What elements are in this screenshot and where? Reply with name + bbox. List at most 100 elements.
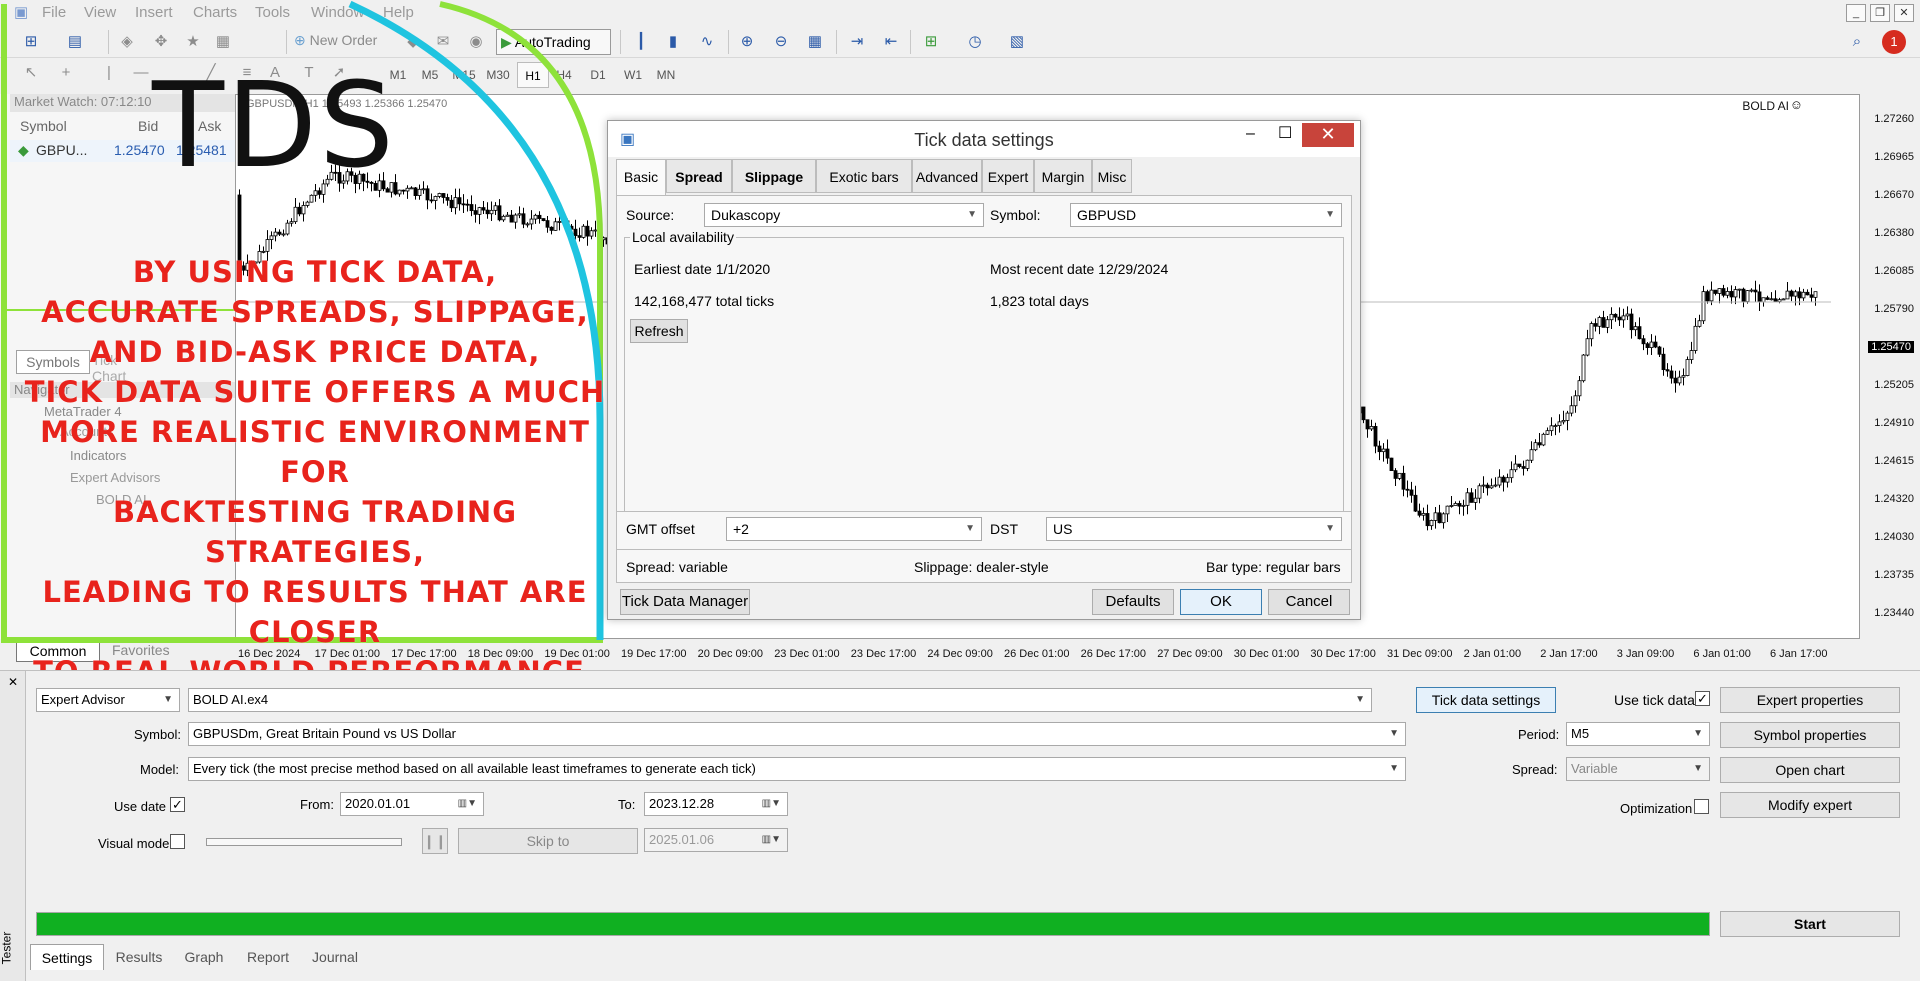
dtab-exotic[interactable]: Exotic bars [816,159,912,193]
overlay-title: TDS [152,56,396,194]
defaults-button[interactable]: Defaults [1092,589,1174,615]
use-tick-data-checkbox[interactable]: ✓ [1695,691,1710,706]
gmt-label: GMT offset [626,521,695,537]
pause-icon: ❙❙ [423,833,447,849]
cancel-button[interactable]: Cancel [1268,589,1350,615]
source-select[interactable]: Dukascopy ▼ [704,203,984,227]
symbol-label: Symbol: [990,207,1041,223]
model-select[interactable]: Every tick (the most precise method base… [188,757,1406,781]
tester-spread-label: Spread: [1512,762,1558,777]
promo-line: leading to results that are closer [42,575,588,649]
tick-data-settings-button[interactable]: Tick data settings [1416,687,1556,713]
chevron-down-icon: ▼ [967,209,977,220]
to-date-input[interactable]: 2023.12.28 ▥▼ [644,792,788,816]
tester-sidebar: ✕ Tester [0,671,26,981]
optimization-label: Optimization [1620,801,1693,816]
chevron-down-icon: ▼ [1325,523,1335,534]
to-label: To: [618,797,636,812]
open-chart-button[interactable]: Open chart [1720,757,1900,783]
from-date-value: 2020.01.01 [345,796,411,811]
skip-to-button[interactable]: Skip to [458,828,638,854]
ea-file-select[interactable]: BOLD AI.ex4 ▼ [188,688,1372,712]
refresh-button[interactable]: Refresh [630,319,688,343]
symbol-value: GBPUSD [1077,207,1137,223]
use-date-label: Use date [114,799,167,814]
btab-report[interactable]: Report [236,944,300,970]
promo-line: and bid-ask price data, [89,335,541,369]
promo-line: By using tick data, [132,255,498,289]
period-select[interactable]: M5 ▼ [1566,722,1710,746]
optimization-checkbox[interactable] [1694,799,1709,814]
use-date-checkbox[interactable]: ✓ [170,797,185,812]
dialog-titlebar: ▣ Tick data settings – ☐ ✕ [608,121,1360,157]
btab-journal[interactable]: Journal [302,944,368,970]
dst-label: DST [990,521,1018,537]
dialog-close-icon[interactable]: ✕ [1302,123,1354,147]
tick-data-manager-button[interactable]: Tick Data Manager [620,589,750,615]
model-label: Model: [140,762,180,777]
tester-side-label: Tester [0,931,14,965]
dialog-maximize-icon[interactable]: ☐ [1278,123,1292,143]
tick-data-settings-dialog: ▣ Tick data settings – ☐ ✕ Basic Spread … [607,120,1361,620]
visual-speed-slider[interactable] [206,838,402,846]
chevron-down-icon: ▼ [965,523,975,534]
dtab-slippage[interactable]: Slippage [732,159,816,193]
btab-settings[interactable]: Settings [30,944,104,970]
bartype-summary: Bar type: regular bars [1206,559,1341,575]
dtab-spread[interactable]: Spread [666,159,732,193]
from-date-input[interactable]: 2020.01.01 ▥▼ [340,792,484,816]
tester-symbol-value: GBPUSDm, Great Britain Pound vs US Dolla… [193,726,456,741]
recent-date: Most recent date 12/29/2024 [990,261,1169,277]
dtab-misc[interactable]: Misc [1092,159,1132,193]
dtab-advanced[interactable]: Advanced [912,159,982,193]
promo-line: accurate spreads, slippage, [41,295,589,329]
ok-button[interactable]: OK [1180,589,1262,615]
period-label: Period: [1518,727,1560,742]
skip-date-input[interactable]: 2025.01.06 ▥▼ [644,828,788,852]
btab-graph[interactable]: Graph [176,944,232,970]
progress-bar [36,912,1710,936]
tester-close-icon[interactable]: ✕ [8,675,18,689]
from-label: From: [300,797,334,812]
expert-properties-button[interactable]: Expert properties [1720,687,1900,713]
dst-value: US [1053,521,1073,537]
model-value: Every tick (the most precise method base… [193,761,756,776]
dst-select[interactable]: US ▼ [1046,517,1342,541]
chevron-down-icon: ▼ [1355,694,1365,705]
spread-summary: Spread: variable [626,559,728,575]
dtab-expert[interactable]: Expert [982,159,1034,193]
calendar-icon: ▥▼ [457,798,477,809]
gmt-value: +2 [733,521,749,537]
tester-type-select[interactable]: Expert Advisor ▼ [36,688,180,712]
chevron-down-icon: ▼ [1325,209,1335,220]
btab-results[interactable]: Results [106,944,172,970]
symbol-select[interactable]: GBPUSD ▼ [1070,203,1342,227]
local-availability-label: Local availability [630,229,736,245]
chevron-down-icon: ▼ [1389,728,1399,739]
tester-symbol-select[interactable]: GBPUSDm, Great Britain Pound vs US Dolla… [188,722,1406,746]
pause-button[interactable]: ❙❙ [422,828,448,854]
promo-text: By using tick data, accurate spreads, sl… [10,252,620,692]
gmt-select[interactable]: +2 ▼ [726,517,982,541]
visual-mode-label: Visual mode [98,836,170,851]
start-button[interactable]: Start [1720,911,1900,937]
dtab-basic[interactable]: Basic [616,159,666,195]
total-days: 1,823 total days [990,293,1089,309]
chevron-down-icon: ▼ [1693,728,1703,739]
chevron-down-icon: ▼ [163,694,173,705]
earliest-date: Earliest date 1/1/2020 [634,261,771,277]
promo-line: backtesting trading strategies, [112,495,517,569]
calendar-icon: ▥▼ [761,798,781,809]
dtab-margin[interactable]: Margin [1034,159,1092,193]
symbol-properties-button[interactable]: Symbol properties [1720,722,1900,748]
dialog-minimize-icon[interactable]: – [1246,125,1255,143]
promo-line: Tick Data Suite offers a much [24,375,606,409]
tester-spread-select[interactable]: Variable ▼ [1566,757,1710,781]
promo-line: more realistic environment for [40,415,590,489]
skip-date-value: 2025.01.06 [649,832,715,847]
chevron-down-icon: ▼ [1389,763,1399,774]
total-ticks: 142,168,477 total ticks [634,293,775,309]
visual-mode-checkbox[interactable] [170,834,185,849]
modify-expert-button[interactable]: Modify expert [1720,792,1900,818]
chevron-down-icon: ▼ [1693,763,1703,774]
